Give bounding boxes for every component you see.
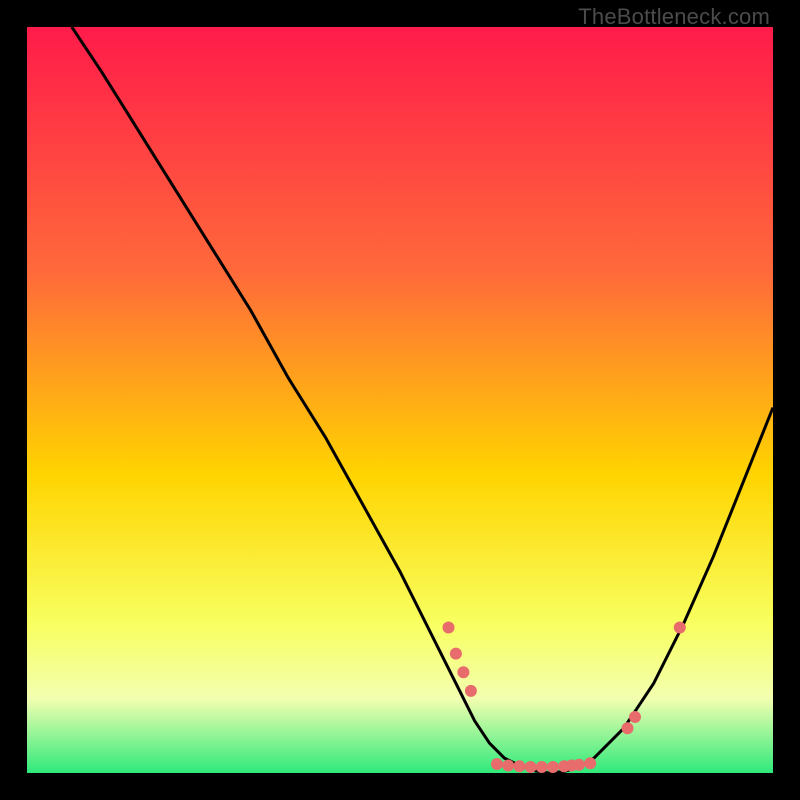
bottleneck-chart bbox=[27, 27, 773, 773]
data-marker bbox=[465, 685, 477, 697]
data-marker bbox=[525, 761, 537, 773]
data-marker bbox=[457, 666, 469, 678]
data-marker bbox=[629, 711, 641, 723]
data-marker bbox=[674, 622, 686, 634]
gradient-background bbox=[27, 27, 773, 773]
data-marker bbox=[584, 757, 596, 769]
data-marker bbox=[502, 760, 514, 772]
data-marker bbox=[622, 722, 634, 734]
data-marker bbox=[491, 758, 503, 770]
chart-frame bbox=[27, 27, 773, 773]
data-marker bbox=[450, 648, 462, 660]
data-marker bbox=[547, 761, 559, 773]
data-marker bbox=[513, 760, 525, 772]
data-marker bbox=[573, 759, 585, 771]
data-marker bbox=[443, 622, 455, 634]
data-marker bbox=[536, 761, 548, 773]
